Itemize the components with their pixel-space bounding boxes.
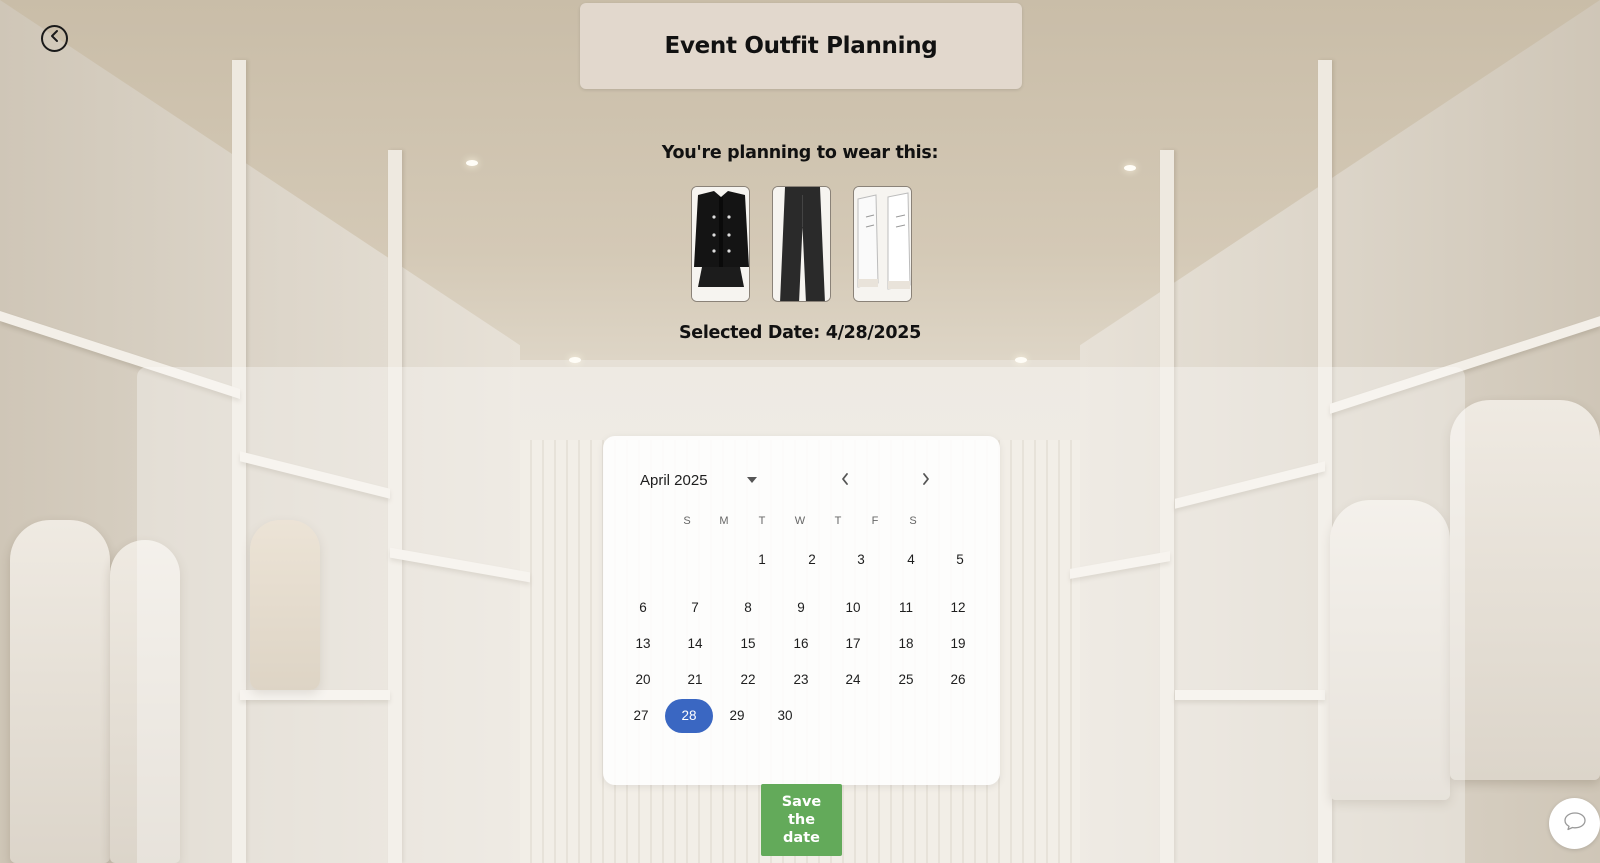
calendar-day[interactable]: 6 <box>619 591 667 625</box>
chevron-left-icon <box>49 29 61 48</box>
back-button[interactable] <box>41 25 68 52</box>
calendar-day[interactable]: 21 <box>671 663 719 697</box>
weekday-header: T <box>834 515 842 527</box>
calendar-day[interactable]: 22 <box>724 663 772 697</box>
month-dropdown-icon[interactable] <box>747 477 757 483</box>
calendar-day[interactable]: 25 <box>882 663 930 697</box>
calendar-day[interactable]: 10 <box>829 591 877 625</box>
sneakers-image <box>854 187 911 301</box>
date-picker: April 2025 S M T W T F S 1 2 3 4 5 6 7 8… <box>603 436 1000 785</box>
calendar-day[interactable]: 30 <box>761 699 809 733</box>
calendar-day[interactable]: 20 <box>619 663 667 697</box>
outfit-item-sneakers[interactable] <box>853 186 912 302</box>
chat-button[interactable] <box>1549 798 1600 849</box>
calendar-day[interactable]: 24 <box>829 663 877 697</box>
calendar-day[interactable]: 27 <box>617 699 665 733</box>
calendar-day[interactable]: 4 <box>887 543 935 577</box>
calendar-day[interactable]: 2 <box>788 543 836 577</box>
weekday-header: M <box>719 515 729 527</box>
weekday-header: T <box>758 515 766 527</box>
calendar-day[interactable]: 12 <box>934 591 982 625</box>
title-card: Event Outfit Planning <box>580 3 1022 89</box>
calendar-day[interactable]: 14 <box>671 627 719 661</box>
outfit-items <box>691 186 912 302</box>
previous-month-button[interactable] <box>834 470 856 492</box>
ceiling-light <box>466 160 478 166</box>
outfit-item-jeans[interactable] <box>772 186 831 302</box>
calendar-day[interactable]: 15 <box>724 627 772 661</box>
calendar-day[interactable]: 7 <box>671 591 719 625</box>
calendar-day[interactable]: 23 <box>777 663 825 697</box>
calendar-day[interactable]: 17 <box>829 627 877 661</box>
selected-date-label: Selected Date: 4/28/2025 <box>678 323 922 343</box>
calendar-day[interactable]: 1 <box>738 543 786 577</box>
ceiling-light <box>1015 357 1027 363</box>
ceiling-light <box>569 357 581 363</box>
save-the-date-button[interactable]: Save the date <box>761 784 842 856</box>
calendar-day[interactable]: 19 <box>934 627 982 661</box>
calendar-month-label[interactable]: April 2025 <box>640 472 708 489</box>
calendar-day[interactable]: 18 <box>882 627 930 661</box>
save-button-line: the <box>787 812 816 828</box>
weekday-header: F <box>871 515 879 527</box>
page-title: Event Outfit Planning <box>664 33 938 59</box>
hanging-garment <box>1450 400 1600 780</box>
chevron-left-icon <box>840 472 850 491</box>
save-button-line: date <box>783 830 820 846</box>
calendar-day[interactable]: 11 <box>882 591 930 625</box>
calendar-day[interactable]: 13 <box>619 627 667 661</box>
save-button-line: Save <box>781 794 822 810</box>
jeans-image <box>773 187 830 301</box>
chat-bubble-icon <box>1563 811 1587 836</box>
calendar-day-selected[interactable]: 28 <box>665 699 713 733</box>
calendar-day[interactable]: 5 <box>936 543 984 577</box>
outfit-heading: You're planning to wear this: <box>661 143 939 163</box>
jacket-image <box>692 187 749 301</box>
weekday-header: W <box>794 515 806 527</box>
chevron-right-icon <box>921 472 931 491</box>
weekday-header: S <box>909 515 917 527</box>
ceiling-light <box>1124 165 1136 171</box>
calendar-day[interactable]: 16 <box>777 627 825 661</box>
calendar-day[interactable]: 9 <box>777 591 825 625</box>
calendar-day[interactable]: 3 <box>837 543 885 577</box>
weekday-header: S <box>683 515 691 527</box>
calendar-day[interactable]: 8 <box>724 591 772 625</box>
next-month-button[interactable] <box>915 470 937 492</box>
hanging-garment <box>10 520 110 863</box>
calendar-day[interactable]: 29 <box>713 699 761 733</box>
calendar-day[interactable]: 26 <box>934 663 982 697</box>
outfit-item-jacket[interactable] <box>691 186 750 302</box>
